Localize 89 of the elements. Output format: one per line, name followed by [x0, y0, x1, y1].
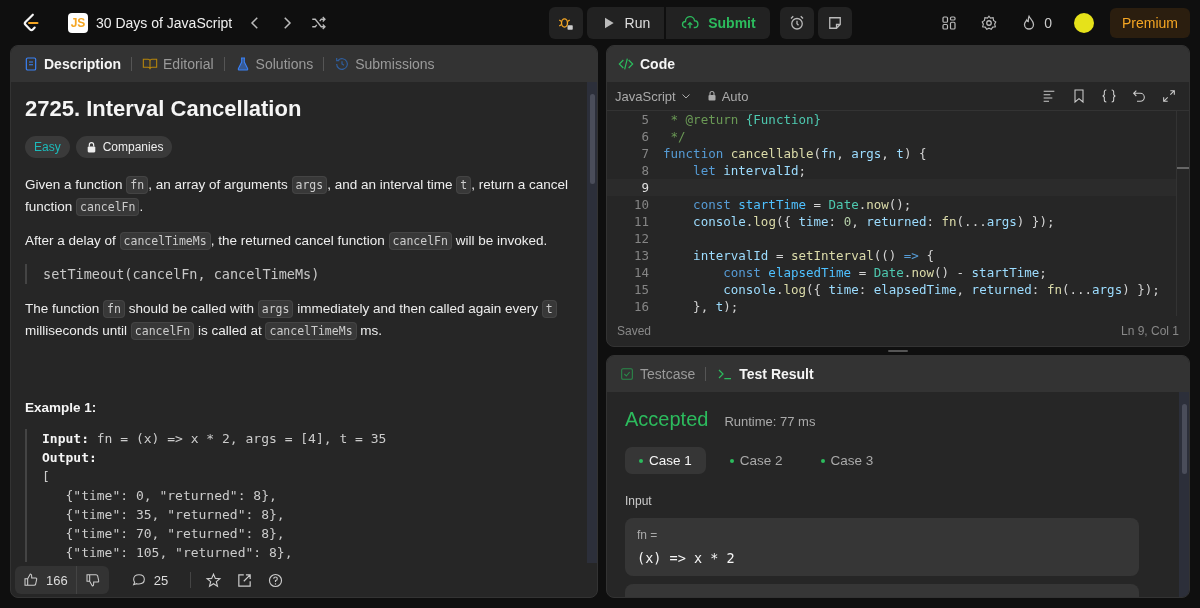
settings-icon[interactable] [980, 13, 999, 32]
code-line: console.log({ time: 0, returned: fn(...args) }); [692, 213, 1055, 230]
example-output-line: {"time": 35, "returned": 8}, [64, 506, 286, 524]
line-number: 12 [632, 230, 650, 247]
expand-icon[interactable] [1161, 88, 1177, 104]
panel-tab[interactable]: Submissions [330, 52, 439, 76]
language-dropdown[interactable]: JavaScript [615, 88, 692, 104]
panel-tab[interactable]: Testcase [615, 362, 700, 386]
example-output-line: {"time": 0, "returned": 8}, [64, 487, 278, 505]
scrollbar[interactable] [587, 82, 597, 563]
line-number: 14 [632, 264, 650, 281]
code-line: */ [669, 128, 686, 145]
line-number: 16 [632, 298, 650, 315]
code-icon [617, 56, 635, 72]
line-number: 10 [632, 196, 650, 213]
resize-handle[interactable] [888, 350, 908, 352]
study-plan-title[interactable]: 30 Days of JavaScript [96, 14, 233, 31]
share-icon[interactable] [236, 571, 254, 589]
parameter-name: fn = [637, 528, 659, 542]
submit-button[interactable]: Submit [666, 6, 770, 39]
code-line: * @return {Function} [669, 111, 822, 128]
streak-counter[interactable]: 0 [1020, 13, 1052, 32]
description-paragraph: After a delay of cancelTimeMs , the returned cancel function cancelFn will be invoked. [25, 231, 549, 252]
panel-tab[interactable]: Editorial [138, 52, 218, 76]
star-icon[interactable] [205, 571, 223, 589]
line-number: 8 [640, 162, 650, 179]
runtime-text: Runtime: 77 ms [724, 414, 816, 429]
code-line: const elapsedTime = Date.now() - startTime; [722, 264, 1047, 281]
code-line: const startTime = Date.now(); [692, 196, 912, 213]
input-heading: Input [625, 494, 653, 508]
line-number: 15 [632, 281, 650, 298]
comments-button[interactable]: 25 [122, 566, 177, 594]
case-tab[interactable]: Case 3 [806, 447, 888, 474]
debug-button[interactable] [548, 6, 583, 39]
panel-tab[interactable]: Solutions [230, 52, 318, 76]
layout-grid-icon[interactable] [940, 13, 959, 32]
description-paragraph: Given a function fn , an array of arguments args , and an interval time t , return a cancel function cancelFn . [25, 175, 570, 218]
help-icon[interactable] [267, 571, 285, 589]
case-tab[interactable]: Case 1 [625, 447, 706, 474]
code-line: intervalId = setInterval(() => { [692, 247, 934, 264]
panel-title: Code [615, 52, 679, 76]
line-number: 9 [640, 179, 650, 196]
parameter-value: (x) => x * 2 [637, 550, 736, 566]
line-number: 7 [640, 145, 650, 162]
problem-title: 2725. Interval Cancellation [25, 96, 303, 122]
book-icon [142, 56, 158, 72]
bookmark-icon[interactable] [1071, 88, 1087, 104]
line-number: 5 [640, 111, 650, 128]
code-line: }, t); [692, 298, 739, 315]
save-status: Saved [617, 324, 652, 338]
thumbs-down-icon [84, 572, 101, 588]
auto-mode-toggle[interactable]: Auto [705, 88, 749, 104]
companies-tag[interactable]: Companies [75, 136, 173, 158]
example-output-line: [ [42, 468, 51, 486]
example-title: Example 1: [25, 400, 98, 415]
code-line: let intervalId; [692, 162, 806, 179]
undo-icon[interactable] [1131, 88, 1147, 104]
braces-icon[interactable] [1101, 88, 1117, 104]
example-input-text: fn = (x) => x * 2, args = [4], t = 35 [96, 431, 387, 446]
code-line: console.log({ time: elapsedTime, returned: fn(...args) }); [722, 281, 1160, 298]
description-paragraph: The function fn should be called with args immediately and then called again every t milliseconds until cancelFn is called at cancelTimeMs ms. [25, 298, 573, 342]
line-number: 13 [632, 247, 650, 264]
scrollbar[interactable] [1176, 111, 1189, 316]
example-output-line: {"time": 70, "returned": 8}, [64, 525, 286, 543]
document-icon [23, 56, 39, 72]
panel-tab[interactable]: Test Result [712, 362, 818, 386]
code-line: function cancellable(fn, args, t) { [663, 145, 927, 162]
example-output-line: {"time": 105, "returned": 8}, [64, 544, 294, 562]
line-number: 11 [632, 213, 650, 230]
notes-button[interactable] [817, 6, 852, 39]
comment-icon [130, 572, 147, 588]
panel-tab[interactable]: Description [19, 52, 125, 76]
verdict-text: Accepted [625, 408, 709, 431]
difficulty-tag[interactable]: Easy [25, 136, 70, 158]
premium-button[interactable]: Premium [1109, 7, 1190, 38]
timer-button[interactable] [779, 6, 814, 39]
case-tab[interactable]: Case 2 [715, 447, 797, 474]
output-label: Output: [42, 450, 97, 465]
input-label: Input: [42, 431, 89, 446]
cursor-position: Ln 9, Col 1 [1120, 324, 1179, 338]
thumbs-up-icon [23, 572, 39, 588]
format-lines-icon[interactable] [1041, 88, 1057, 104]
scrollbar[interactable] [1179, 392, 1189, 597]
line-number: 6 [640, 128, 650, 145]
avatar[interactable] [1073, 12, 1094, 33]
run-button[interactable]: Run [586, 6, 665, 39]
code-snippet: setTimeout(cancelFn, cancelTimeMs) [25, 264, 573, 284]
history-icon [334, 56, 351, 72]
checkbox-icon [619, 366, 635, 382]
